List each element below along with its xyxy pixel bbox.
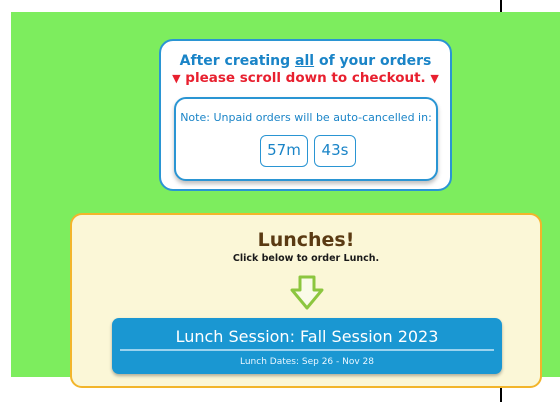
lunch-subtitle: Click below to order Lunch. xyxy=(232,253,380,264)
notice-heading-pre: After creating xyxy=(179,53,296,69)
down-arrow-icon xyxy=(290,275,324,310)
lunch-title: Lunches! xyxy=(257,229,355,251)
session-divider xyxy=(120,349,494,351)
timer-seconds: 43s xyxy=(314,135,356,167)
timer-minutes: 57m xyxy=(260,135,308,167)
triangle-down-icon-right: ▼ xyxy=(430,72,439,85)
notice-heading-emphasis: all xyxy=(295,53,315,69)
lunch-session-title: Lunch Session: Fall Session 2023 xyxy=(175,327,439,346)
lunch-session-dates: Lunch Dates: Sep 26 - Nov 28 xyxy=(240,357,374,367)
lunch-card: Lunches! Click below to order Lunch. Lun… xyxy=(70,213,542,388)
lunch-session-button[interactable]: Lunch Session: Fall Session 2023 Lunch D… xyxy=(112,318,502,374)
timer-note: Note: Unpaid orders will be auto-cancell… xyxy=(180,111,432,124)
notice-heading: After creating all of your orders xyxy=(161,53,450,69)
auto-cancel-timer-box: Note: Unpaid orders will be auto-cancell… xyxy=(174,97,438,181)
notice-heading-post: of your orders xyxy=(314,53,432,69)
checkout-notice-card: After creating all of your orders ▼ plea… xyxy=(159,39,452,191)
page-edge-line-top xyxy=(500,0,502,12)
triangle-down-icon-left: ▼ xyxy=(172,72,181,85)
notice-scroll-instruction: ▼ please scroll down to checkout. ▼ xyxy=(161,70,450,86)
notice-scroll-text: please scroll down to checkout. xyxy=(185,70,426,86)
